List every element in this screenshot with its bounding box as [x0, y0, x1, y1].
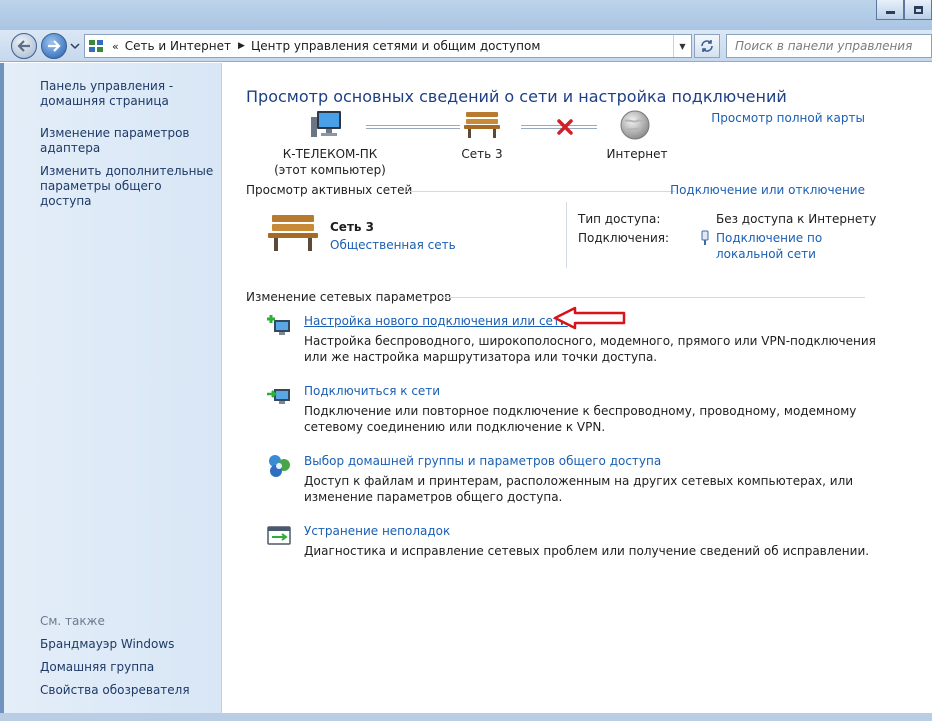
- homegroup-icon: [269, 455, 290, 477]
- computer-icon: [311, 111, 341, 137]
- troubleshoot-desc1: Диагностика и исправление сетевых пробле…: [304, 544, 870, 558]
- network-bench-icon: [464, 112, 500, 138]
- annotation-arrow-icon: [553, 306, 626, 330]
- full-map-link[interactable]: Просмотр полной карты: [711, 111, 865, 125]
- history-dropdown-icon[interactable]: [70, 42, 80, 50]
- minimize-icon: [885, 11, 895, 14]
- sidebar: Панель управления - домашняя страница Из…: [0, 63, 222, 721]
- homegroup-sharing-link[interactable]: Выбор домашней группы и параметров общег…: [304, 454, 661, 468]
- sidebar-home-link[interactable]: Панель управления - домашняя страница: [40, 79, 215, 109]
- connect-to-network-desc2: сетевому соединению или подключение к VP…: [304, 420, 606, 434]
- active-networks-heading: Просмотр активных сетей: [246, 183, 413, 197]
- window-controls: [876, 0, 932, 20]
- search-input[interactable]: [727, 35, 931, 57]
- connections-label: Подключения:: [578, 231, 670, 245]
- homegroup-sharing-desc1: Доступ к файлам и принтерам, расположенн…: [304, 474, 854, 488]
- change-settings-divider: [441, 297, 865, 298]
- no-connection-x-icon: [557, 119, 573, 135]
- breadcrumb-separator-icon[interactable]: ▶: [238, 41, 245, 51]
- setup-new-connection-desc2: или же настройка маршрутизатора или точк…: [304, 350, 658, 364]
- connect-to-network-icon: [267, 389, 290, 404]
- local-connection-link-line2[interactable]: локальной сети: [716, 247, 816, 261]
- active-network-name: Сеть 3: [330, 220, 375, 234]
- network-type-link[interactable]: Общественная сеть: [330, 238, 456, 252]
- troubleshoot-icon: [267, 526, 291, 545]
- internet-globe-icon: [620, 110, 650, 140]
- see-also-heading: См. также: [40, 614, 105, 628]
- troubleshoot-link[interactable]: Устранение неполадок: [304, 524, 450, 538]
- address-dropdown-button[interactable]: ▼: [673, 35, 691, 57]
- active-network-divider: [566, 202, 567, 268]
- maximize-icon: [913, 5, 923, 14]
- main-content: Просмотр основных сведений о сети и наст…: [223, 63, 932, 721]
- refresh-button[interactable]: [694, 34, 720, 58]
- change-settings-heading: Изменение сетевых параметров: [246, 290, 452, 304]
- sidebar-link-sharing-settings[interactable]: Изменить дополнительные параметры общего…: [40, 164, 215, 209]
- address-bar[interactable]: « Сеть и Интернет ▶ Центр управления сет…: [84, 34, 692, 58]
- map-connection-line-1: [366, 125, 460, 129]
- computer-name: К-ТЕЛЕКОМ-ПК: [282, 147, 378, 161]
- search-box[interactable]: [726, 34, 932, 58]
- setup-new-connection-link[interactable]: Настройка нового подключения или сети: [304, 314, 568, 328]
- connect-disconnect-link[interactable]: Подключение или отключение: [670, 183, 865, 197]
- homegroup-sharing-desc2: изменение параметров общего доступа.: [304, 490, 563, 504]
- map-network-name: Сеть 3: [461, 147, 503, 161]
- page-title: Просмотр основных сведений о сети и наст…: [246, 87, 787, 106]
- window-bottom-border: [0, 713, 932, 721]
- sidebar-link-homegroup[interactable]: Домашняя группа: [40, 660, 215, 675]
- breadcrumb-overflow-icon[interactable]: «: [112, 40, 119, 53]
- internet-label: Интернет: [606, 147, 668, 161]
- breadcrumb-item-network-center[interactable]: Центр управления сетями и общим доступом: [251, 39, 540, 53]
- minimize-button[interactable]: [876, 0, 904, 20]
- sidebar-link-internet-options[interactable]: Свойства обозревателя: [40, 683, 215, 698]
- sidebar-edge: [0, 63, 4, 721]
- connect-to-network-desc1: Подключение или повторное подключение к …: [304, 404, 857, 418]
- refresh-icon: [701, 40, 713, 52]
- navigation-bar: « Сеть и Интернет ▶ Центр управления сет…: [0, 30, 932, 62]
- local-connection-link-line1[interactable]: Подключение по: [716, 231, 822, 245]
- active-networks-divider: [406, 191, 675, 192]
- forward-arrow-icon: [48, 40, 61, 52]
- window-title-bar: [0, 0, 932, 30]
- chevron-down-icon: ▼: [679, 41, 686, 51]
- computer-subtitle: (этот компьютер): [274, 163, 386, 177]
- control-panel-icon: [88, 38, 104, 54]
- active-network-bench-icon: [268, 215, 318, 251]
- setup-new-connection-desc1: Настройка беспроводного, широкополосного…: [304, 334, 876, 348]
- back-arrow-icon: [17, 40, 30, 52]
- sidebar-link-adapter-settings[interactable]: Изменение параметров адаптера: [40, 126, 215, 156]
- new-connection-icon: [267, 315, 290, 335]
- back-button[interactable]: [11, 33, 37, 59]
- forward-button[interactable]: [41, 33, 67, 59]
- ethernet-plug-icon: [701, 230, 709, 245]
- access-type-label: Тип доступа:: [578, 212, 661, 226]
- sidebar-link-firewall[interactable]: Брандмауэр Windows: [40, 637, 215, 652]
- maximize-button[interactable]: [904, 0, 932, 20]
- access-type-value: Без доступа к Интернету: [716, 212, 877, 226]
- connect-to-network-link[interactable]: Подключиться к сети: [304, 384, 440, 398]
- breadcrumb-item-network[interactable]: Сеть и Интернет: [125, 39, 231, 53]
